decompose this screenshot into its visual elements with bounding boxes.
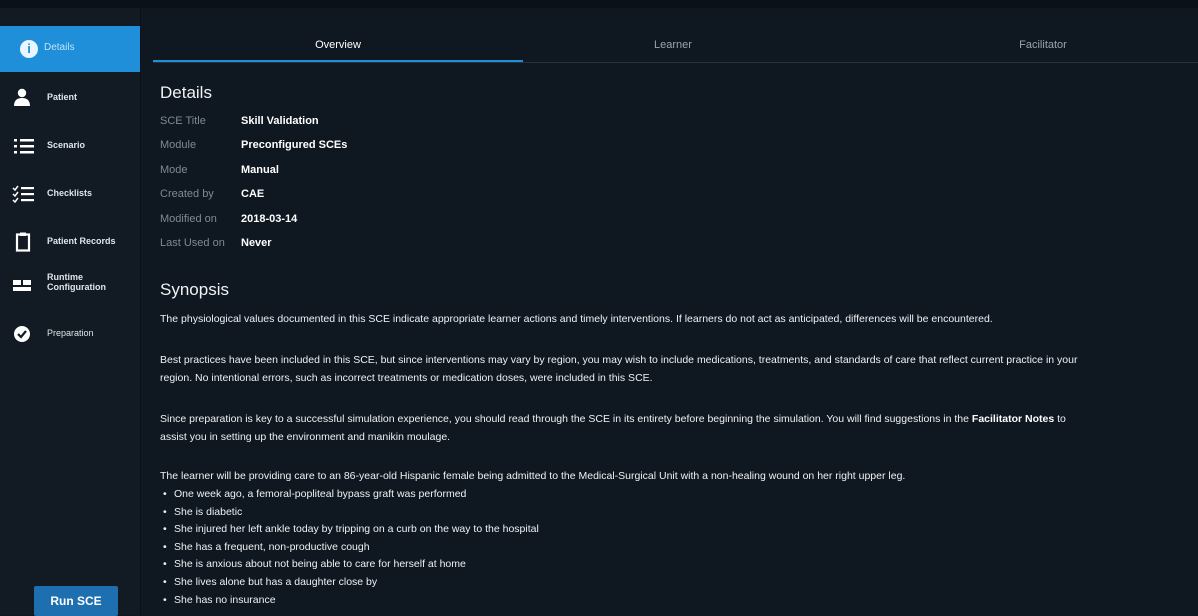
synopsis-paragraph: The physiological values documented in t… [160,313,993,325]
sidebar-item-details[interactable]: i Details [0,26,140,72]
detail-value: Manual [241,164,279,176]
sidebar-item-preparation[interactable]: Preparation [0,314,140,354]
sidebar-item-scenario[interactable]: Scenario [0,126,140,166]
sidebar-item-label: Patient [47,92,78,102]
label-line: Runtime [47,272,83,282]
text-line: Best practices have been included in thi… [160,354,1078,366]
list-item: One week ago, a femoral-popliteal bypass… [160,486,1060,504]
list-item: She has a frequent, non-productive cough [160,539,1060,557]
runtime-config-icon [12,276,36,296]
list-item: She has no insurance [160,592,1060,610]
list-item: She is diabetic [160,504,1060,522]
list-item: She lives alone but has a daughter close… [160,574,1060,592]
facilitator-notes-reference: Facilitator Notes [971,413,1055,425]
text-line: Since preparation is key to a successful… [160,413,972,425]
patient-facts-list: One week ago, a femoral-popliteal bypass… [160,486,1060,609]
clipboard-icon [12,232,36,252]
detail-key: Last Used on [160,237,225,249]
detail-key: Module [160,139,197,151]
detail-key: SCE Title [160,115,206,127]
text-line: to [1054,413,1066,425]
synopsis-heading: Synopsis [160,280,229,299]
detail-value: Never [241,237,272,249]
tab-bar: Overview Learner Facilitator [153,28,1198,63]
text-line: assist you in setting up the environment… [160,431,451,443]
tab-overview[interactable]: Overview [153,28,523,62]
detail-value: CAE [241,188,265,200]
info-icon: i [20,40,38,58]
detail-key: Mode [160,164,188,176]
detail-value: Preconfigured SCEs [241,139,348,151]
text-line: region. No intentional errors, such as i… [160,372,653,384]
sidebar-item-label: Preparation [47,328,94,338]
sidebar-item-patient-records[interactable]: Patient Records [0,222,140,262]
sidebar-item-label: Checklists [47,188,93,198]
checklist-icon [12,184,36,204]
synopsis-paragraph: Best practices have been included in thi… [160,351,1190,387]
list-item: She injured her left ankle today by trip… [160,521,1060,539]
tab-facilitator[interactable]: Facilitator [873,28,1198,62]
details-heading: Details [160,83,212,102]
person-icon [12,88,36,108]
check-circle-icon [12,324,36,344]
sidebar: i Details Patient Scenario Checklists Pa… [0,8,141,616]
window-top-strip [0,0,1198,8]
sidebar-item-label: Patient Records [47,236,116,246]
list-icon [12,136,36,156]
active-tab-indicator [153,60,523,62]
label-line: Configuration [47,282,106,292]
synopsis-paragraph: The learner will be providing care to an… [160,470,906,482]
detail-key: Created by [160,188,214,200]
synopsis-paragraph: Since preparation is key to a successful… [160,410,1190,446]
list-item: She is anxious about not being able to c… [160,556,1060,574]
tab-learner[interactable]: Learner [523,28,823,62]
sidebar-item-patient[interactable]: Patient [0,78,140,118]
sidebar-item-runtime-configuration[interactable]: Runtime Configuration [0,266,140,306]
sidebar-item-label: Runtime Configuration [47,272,106,292]
sidebar-item-label: Scenario [47,140,86,150]
detail-key: Modified on [160,213,217,225]
sidebar-item-label: Details [44,42,75,53]
sidebar-item-checklists[interactable]: Checklists [0,174,140,214]
run-sce-button[interactable]: Run SCE [34,586,118,616]
detail-value: Skill Validation [241,115,319,127]
detail-value: 2018-03-14 [241,213,298,225]
